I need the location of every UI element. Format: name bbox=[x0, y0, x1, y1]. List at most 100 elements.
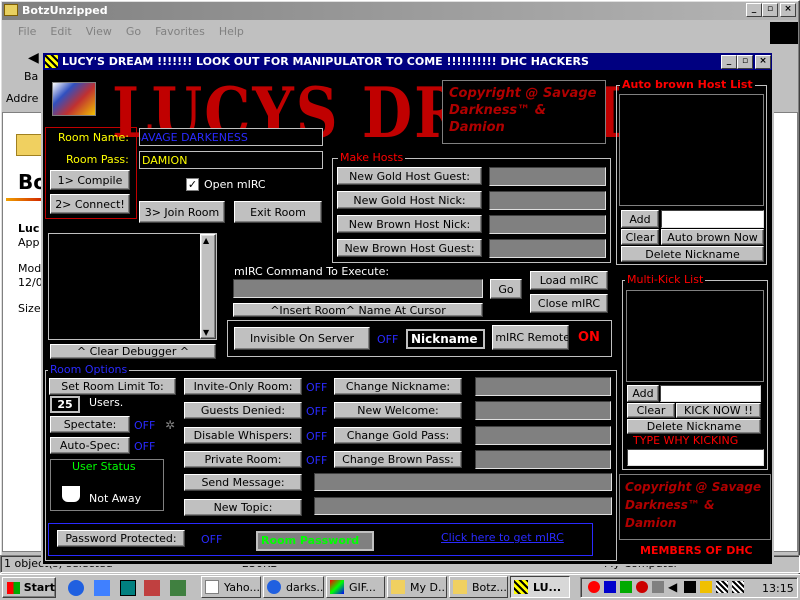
new-welcome-input[interactable] bbox=[475, 401, 611, 420]
new-topic-input[interactable] bbox=[314, 497, 612, 515]
new-gold-host-nick-input[interactable] bbox=[489, 191, 606, 210]
close-mirc-button[interactable]: Close mIRC bbox=[530, 294, 608, 313]
room-limit-input[interactable]: 25 bbox=[50, 396, 80, 413]
tray-icon-9[interactable] bbox=[732, 581, 744, 593]
set-room-limit-button[interactable]: Set Room Limit To: bbox=[49, 378, 176, 395]
channels-icon[interactable] bbox=[144, 580, 160, 596]
change-nickname-input[interactable] bbox=[475, 377, 611, 396]
mirc-command-input[interactable] bbox=[233, 279, 483, 298]
multikick-add-button[interactable]: Add bbox=[627, 385, 659, 402]
new-gold-host-guest-button[interactable]: New Gold Host Guest: bbox=[337, 167, 482, 185]
nickname-input[interactable]: Nickname bbox=[406, 329, 485, 349]
guests-denied-button[interactable]: Guests Denied: bbox=[184, 402, 302, 419]
back-button[interactable]: Ba bbox=[24, 70, 38, 83]
menu-file[interactable]: File bbox=[18, 25, 36, 38]
new-brown-host-guest-input[interactable] bbox=[489, 239, 606, 258]
send-message-input[interactable] bbox=[314, 473, 612, 491]
auto-brown-list[interactable] bbox=[619, 94, 764, 206]
invisible-on-server-button[interactable]: Invisible On Server bbox=[234, 327, 370, 350]
taskbar-item-lucys[interactable]: LU... bbox=[510, 576, 570, 598]
change-gold-pass-button[interactable]: Change Gold Pass: bbox=[334, 427, 462, 444]
disable-whispers-button[interactable]: Disable Whispers: bbox=[184, 427, 302, 444]
insert-room-name-button[interactable]: ^Insert Room^ Name At Cursor bbox=[233, 303, 483, 317]
get-mirc-link[interactable]: Click here to get mIRC bbox=[441, 531, 564, 544]
password-protected-button[interactable]: Password Protected: bbox=[57, 530, 185, 547]
scroll-down-icon[interactable]: ▼ bbox=[203, 328, 209, 337]
start-button[interactable]: Start bbox=[2, 577, 56, 598]
menu-view[interactable]: View bbox=[86, 25, 112, 38]
debugger-box[interactable] bbox=[48, 233, 217, 340]
menu-edit[interactable]: Edit bbox=[50, 25, 71, 38]
clear-debugger-button[interactable]: ^ Clear Debugger ^ bbox=[50, 344, 216, 359]
multikick-list[interactable] bbox=[626, 290, 764, 382]
scroll-up-icon[interactable]: ▲ bbox=[203, 236, 209, 245]
auto-brown-now-button[interactable]: Auto brown Now bbox=[661, 229, 764, 245]
invite-only-button[interactable]: Invite-Only Room: bbox=[184, 378, 302, 395]
ie-icon[interactable] bbox=[68, 580, 84, 596]
tray-icon-2[interactable] bbox=[604, 581, 616, 593]
outlook-icon[interactable] bbox=[94, 580, 110, 596]
room-pass-input[interactable]: DAMION bbox=[139, 151, 323, 169]
tray-icon-7[interactable] bbox=[700, 581, 712, 593]
new-brown-host-nick-button[interactable]: New Brown Host Nick: bbox=[337, 215, 482, 233]
tray-icon-8[interactable] bbox=[716, 581, 728, 593]
app-maximize-button[interactable]: ▫ bbox=[737, 55, 753, 69]
tray-icon-1[interactable] bbox=[588, 581, 600, 593]
auto-brown-clear-button[interactable]: Clear bbox=[621, 229, 659, 245]
app-close-button[interactable]: × bbox=[755, 55, 771, 69]
join-room-button[interactable]: 3> Join Room bbox=[139, 201, 225, 223]
explorer-titlebar[interactable] bbox=[2, 2, 798, 20]
auto-spec-button[interactable]: Auto-Spec: bbox=[50, 437, 130, 454]
debugger-scrollbar[interactable] bbox=[200, 234, 216, 339]
close-button[interactable]: × bbox=[780, 3, 796, 17]
menu-favorites[interactable]: Favorites bbox=[155, 25, 205, 38]
tray-icon-6[interactable] bbox=[684, 581, 696, 593]
menu-go[interactable]: Go bbox=[126, 25, 141, 38]
multikick-clear-button[interactable]: Clear bbox=[627, 403, 675, 418]
load-mirc-button[interactable]: Load mIRC bbox=[530, 271, 608, 290]
taskbar-item-mydocs[interactable]: My D... bbox=[387, 576, 447, 598]
multikick-input[interactable] bbox=[660, 385, 761, 402]
taskbar-item-botz[interactable]: Botz... bbox=[449, 576, 508, 598]
room-name-input[interactable]: SAVAGE DARKENESS bbox=[139, 128, 323, 146]
go-button[interactable]: Go bbox=[490, 279, 522, 299]
maximize-button[interactable]: ▫ bbox=[762, 3, 778, 17]
new-gold-host-guest-input[interactable] bbox=[489, 167, 606, 186]
taskbar-item-yahoo[interactable]: Yaho... bbox=[201, 576, 261, 598]
new-brown-host-nick-input[interactable] bbox=[489, 215, 606, 234]
auto-brown-input[interactable] bbox=[661, 210, 764, 228]
mirc-remote-button[interactable]: mIRC Remote: bbox=[492, 325, 569, 350]
open-mirc-checkbox[interactable]: ✓ bbox=[186, 178, 199, 191]
change-brown-pass-button[interactable]: Change Brown Pass: bbox=[334, 451, 462, 468]
change-brown-pass-input[interactable] bbox=[475, 450, 611, 469]
tray-icon-3[interactable] bbox=[620, 581, 632, 593]
send-message-button[interactable]: Send Message: bbox=[184, 474, 302, 491]
kick-reason-input[interactable] bbox=[627, 449, 764, 466]
app-minimize-button[interactable]: _ bbox=[721, 55, 737, 69]
new-gold-host-nick-button[interactable]: New Gold Host Nick: bbox=[337, 191, 482, 209]
compile-button[interactable]: 1> Compile bbox=[50, 170, 130, 190]
spectate-button[interactable]: Spectate: bbox=[50, 416, 130, 433]
connect-button[interactable]: 2> Connect! bbox=[50, 194, 130, 214]
kick-now-button[interactable]: KICK NOW !! bbox=[676, 403, 761, 418]
change-gold-pass-input[interactable] bbox=[475, 426, 611, 445]
auto-brown-add-button[interactable]: Add bbox=[621, 210, 659, 228]
taskbar-item-darks[interactable]: darks... bbox=[263, 576, 324, 598]
toolbar-extra-icon[interactable] bbox=[170, 580, 186, 596]
tray-icon-5[interactable] bbox=[652, 581, 664, 593]
taskbar-item-gif[interactable]: GIF... bbox=[326, 576, 385, 598]
new-topic-button[interactable]: New Topic: bbox=[184, 499, 302, 516]
auto-brown-delete-button[interactable]: Delete Nickname bbox=[621, 246, 764, 262]
minimize-button[interactable]: _ bbox=[746, 3, 762, 17]
new-brown-host-guest-button[interactable]: New Brown Host Guest: bbox=[337, 239, 482, 257]
desktop-icon[interactable] bbox=[120, 580, 136, 596]
menu-help[interactable]: Help bbox=[219, 25, 244, 38]
new-welcome-button[interactable]: New Welcome: bbox=[334, 402, 462, 419]
change-nickname-button[interactable]: Change Nickname: bbox=[334, 378, 462, 395]
volume-icon[interactable]: ◀ bbox=[668, 580, 677, 594]
tray-icon-4[interactable] bbox=[636, 581, 648, 593]
private-room-button[interactable]: Private Room: bbox=[184, 451, 302, 468]
exit-room-button[interactable]: Exit Room bbox=[234, 201, 322, 223]
multikick-delete-button[interactable]: Delete Nickname bbox=[627, 419, 761, 434]
room-password-input[interactable]: Room Password bbox=[256, 531, 374, 551]
